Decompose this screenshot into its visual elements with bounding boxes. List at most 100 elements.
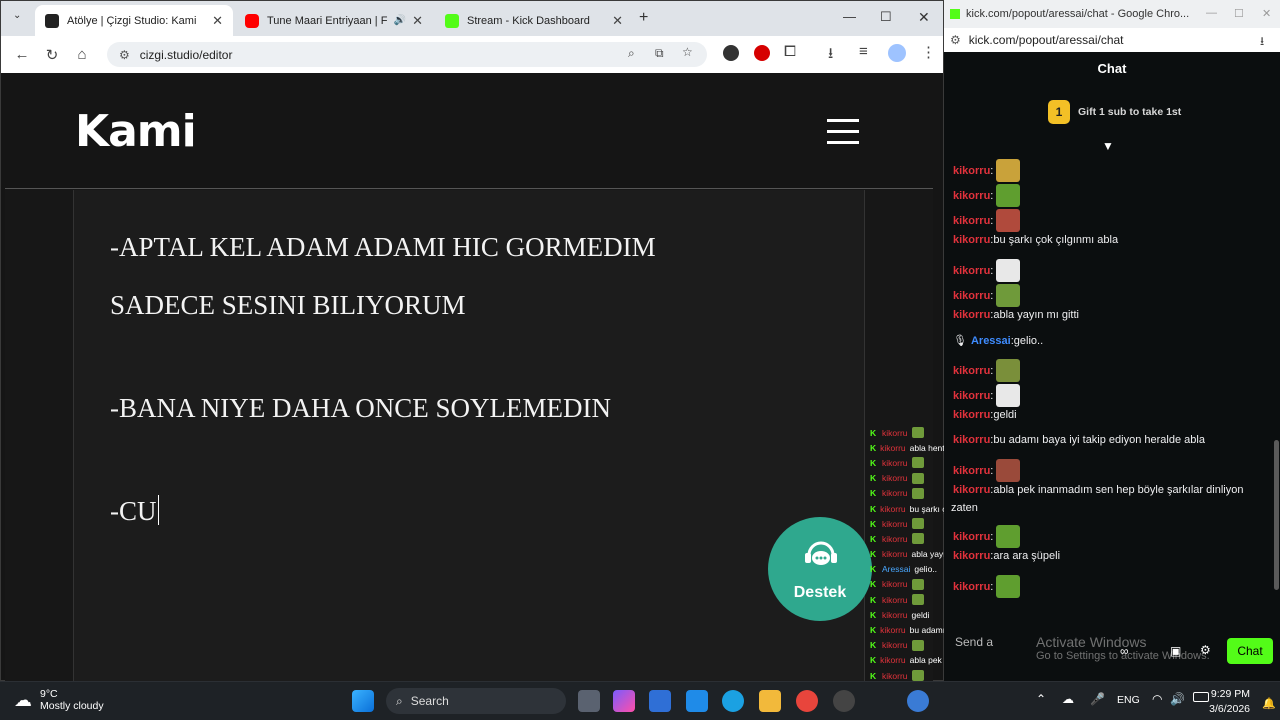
start-windows-icon[interactable] [352,690,374,712]
clock-time: 9:29 PM [1210,688,1250,700]
notification-bell-icon[interactable]: 🔔 [1262,697,1276,710]
maximize-icon[interactable]: ☐ [1234,7,1244,20]
copilot-icon[interactable] [613,690,635,712]
tray-chevron-icon[interactable]: ⌃ [1036,692,1046,706]
chat-username[interactable]: kikorru [953,234,990,246]
speaker-icon[interactable]: 🔊 [394,15,406,26]
chat-input[interactable]: Send a [955,635,993,649]
chat-username[interactable]: kikorru [953,265,990,277]
close-tab-icon[interactable]: ✕ [412,13,423,29]
profile-avatar[interactable] [888,44,906,62]
support-button[interactable]: Destek [768,517,872,621]
settings-gear-icon[interactable]: ⚙ [1200,643,1211,657]
gift-sub-banner[interactable]: 1 Gift 1 sub to take 1st [1048,100,1181,124]
back-icon[interactable]: ← [7,40,37,70]
chat-scrollbar[interactable] [1274,440,1279,590]
tab-youtube[interactable]: Tune Maari Entriyaan | Full 🔊 ✕ [235,5,433,36]
overlay-emote-icon [911,457,924,469]
store-icon[interactable] [649,690,671,712]
file-explorer-icon[interactable] [759,690,781,712]
site-logo[interactable]: Kami [75,106,197,157]
reload-icon[interactable]: ↻ [37,40,67,70]
chat-message: kikorru: [953,384,1021,407]
address-bar[interactable]: ⚙ cizgi.studio/editor ⌕ ⧉ ☆ [107,42,707,67]
send-chat-button[interactable]: Chat [1227,638,1273,664]
chat-username[interactable]: kikorru [953,190,990,202]
home-icon[interactable]: ⌂ [67,40,97,70]
popout-url-bar[interactable]: ⚙ kick.com/popout/aressai/chat ⭳ [944,28,1280,52]
hamburger-menu-icon[interactable] [827,119,859,145]
chat-message: kikorru: abla pek inanmadım sen hep böyl… [953,484,1243,496]
kick-logo-icon: K [870,549,877,560]
close-tab-icon[interactable]: ✕ [212,13,223,29]
chrome-icon[interactable] [796,690,818,712]
bookmark-star-icon[interactable]: ☆ [682,45,693,59]
media-control-icon[interactable]: ≡ [859,43,868,60]
filter-icon[interactable]: ▼ [1102,139,1116,153]
overlay-username: kikorru [882,427,908,438]
chrome-profile-icon[interactable] [907,690,929,712]
tab-cizgi-studio[interactable]: Atölye | Çizgi Studio: Kami ✕ [35,5,233,36]
new-tab-icon[interactable]: + [639,9,648,27]
overlay-username: kikorru [882,579,908,590]
edge-icon[interactable] [722,690,744,712]
chat-username[interactable]: kikorru [953,409,990,421]
microphone-icon[interactable]: 🎤 [1090,692,1105,706]
chat-username[interactable]: kikorru [953,465,990,477]
outlook-icon[interactable] [686,690,708,712]
download-icon[interactable]: ⭳ [828,43,833,68]
minimize-icon[interactable]: — [1206,7,1217,19]
chat-username[interactable]: kikorru [953,290,990,302]
task-view-icon[interactable] [578,690,600,712]
chat-text: geldi [993,409,1017,421]
tray-app-icon[interactable]: ☁ [1062,692,1074,706]
obs-icon[interactable] [833,690,855,712]
window-close-icon[interactable]: ✕ [918,9,930,26]
wifi-icon[interactable]: ◠ [1152,692,1162,706]
zoom-icon[interactable]: ⌕ [628,46,635,61]
overlay-text: geldi [911,609,930,620]
chat-username[interactable]: kikorru [953,581,990,593]
kick-favicon [950,9,960,19]
chat-message: kikorru: [953,259,1021,282]
weather-widget[interactable]: ☁ 9°C Mostly cloudy [14,688,104,712]
emote-picker-icon[interactable]: ∞ [1120,644,1129,658]
text-editor[interactable]: -APTAL KEL ADAM ADAMI HIC GORMEDIM SADEC… [73,190,865,681]
chat-username[interactable]: kikorru [953,215,990,227]
tab-search-icon[interactable]: ⌄ [13,10,21,21]
chat-username[interactable]: kikorru [953,531,990,543]
weather-desc: Mostly cloudy [40,700,104,712]
maximize-icon[interactable]: ☐ [880,9,892,25]
chat-username[interactable]: kikorru [953,309,990,321]
chat-username[interactable]: kikorru [953,484,990,496]
download-icon[interactable]: ⭳ [1260,32,1264,53]
extensions-puzzle-icon[interactable]: ⧠ [784,43,796,60]
chat-username[interactable]: kikorru [953,165,990,177]
taskbar-clock[interactable]: 9:29 PM 3/6/2026 [1192,687,1250,717]
chat-message: kikorru: ara ara şüpeli [953,550,1060,562]
gift-icon[interactable]: ▣ [1170,644,1181,658]
opera-extension-icon[interactable] [754,45,770,61]
install-icon[interactable]: ⧉ [655,46,664,61]
language-indicator[interactable]: ENG [1117,694,1140,706]
site-info-icon[interactable]: ⚙ [119,48,130,62]
chat-username[interactable]: kikorru [953,365,990,377]
overlay-username: kikorru [882,640,908,651]
more-menu-icon[interactable]: ⋮ [921,43,936,61]
site-info-icon[interactable]: ⚙ [950,33,961,47]
extension-spy-icon[interactable] [723,45,739,61]
chat-username[interactable]: Aressai [971,335,1011,347]
chat-text: abla yayın mı gitti [993,309,1079,321]
window-close-icon[interactable]: ✕ [1262,7,1271,20]
chat-message: kikorru: [953,184,1021,207]
chat-username[interactable]: kikorru [953,390,990,402]
volume-icon[interactable]: 🔊 [1170,692,1185,706]
minimize-icon[interactable]: — [843,9,856,24]
overlay-emote-icon [911,639,924,651]
tab-kick-dashboard[interactable]: Stream - Kick Dashboard ✕ [435,5,633,36]
chat-username[interactable]: kikorru [953,434,990,446]
overlay-username: kikorru [882,670,908,681]
close-tab-icon[interactable]: ✕ [612,13,623,29]
chat-username[interactable]: kikorru [953,550,990,562]
taskbar-search[interactable]: ⌕ Search [386,688,566,714]
